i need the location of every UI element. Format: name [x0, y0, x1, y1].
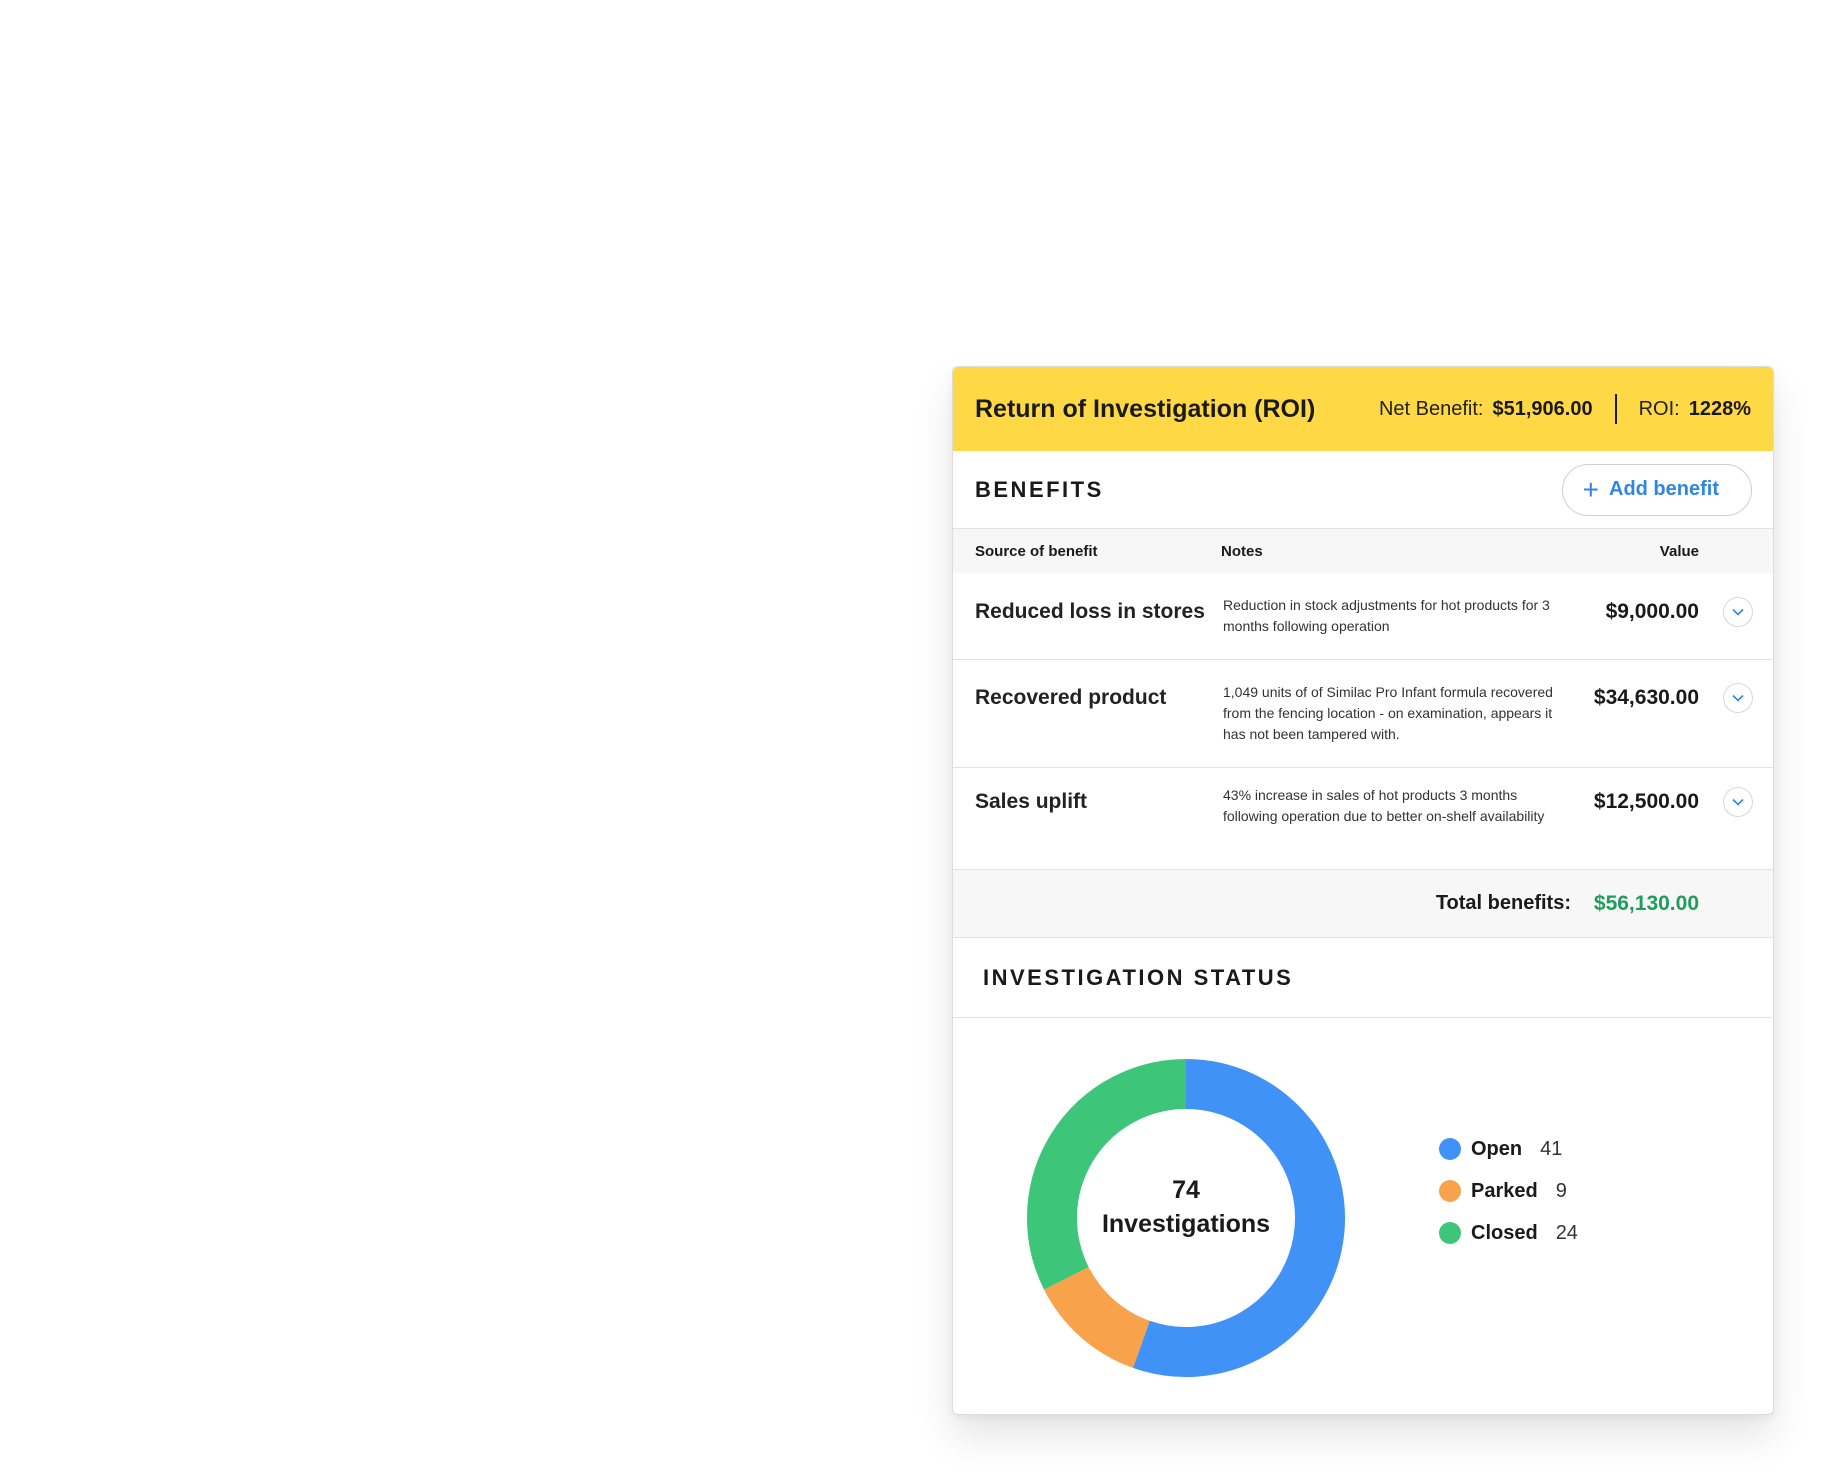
legend-label: Closed: [1471, 1221, 1538, 1244]
roi-title: Return of Investigation (ROI): [975, 394, 1316, 423]
chart-legend: Open 41 Parked 9 Closed 24: [1439, 1128, 1578, 1254]
net-benefit-label: Net Benefit:: [1378, 397, 1484, 420]
legend-dot: [1439, 1180, 1461, 1202]
benefit-notes: Reduction in stock adjustments for hot p…: [1223, 597, 1550, 634]
net-benefit-value: $51,906.00: [1492, 397, 1593, 420]
add-benefit-label: Add benefit: [1609, 478, 1719, 500]
legend-item-closed: Closed 24: [1439, 1212, 1578, 1254]
benefit-value: $9,000.00: [1605, 600, 1699, 623]
investigation-status-header: INVESTIGATION STATUS: [953, 938, 1773, 1018]
benefits-header: BENEFITS + Add benefit: [953, 451, 1773, 529]
chevron-down-icon: [1732, 798, 1744, 806]
benefit-notes: 43% increase in sales of hot products 3 …: [1223, 787, 1545, 824]
donut-slice-parked: [1044, 1266, 1151, 1368]
donut-center-label: 74 Investigations: [1073, 1173, 1299, 1241]
legend-count: 24: [1555, 1221, 1578, 1244]
column-header-notes: Notes: [1221, 542, 1263, 560]
roi-header: Return of Investigation (ROI) Net Benefi…: [953, 367, 1773, 451]
column-header-value: Value: [1659, 542, 1699, 560]
benefit-value: $34,630.00: [1593, 686, 1699, 709]
legend-dot: [1439, 1138, 1461, 1160]
legend-item-open: Open 41: [1439, 1128, 1578, 1170]
legend-count: 41: [1540, 1137, 1563, 1160]
roi-value: 1228%: [1688, 397, 1751, 420]
roi-stats: Net Benefit: $51,906.00 ROI: 1228%: [1379, 394, 1751, 424]
legend-label: Open: [1471, 1137, 1523, 1160]
roi-label: ROI:: [1638, 397, 1680, 420]
legend-label: Parked: [1471, 1179, 1538, 1202]
benefits-title: BENEFITS: [975, 476, 1104, 502]
legend-dot: [1439, 1222, 1461, 1244]
benefit-source: Sales uplift: [975, 790, 1088, 813]
add-benefit-button[interactable]: + Add benefit: [1561, 463, 1752, 516]
investigations-label: Investigations: [1101, 1210, 1271, 1238]
benefits-table-header: Source of benefit Notes Value: [953, 529, 1773, 573]
benefit-source: Reduced loss in stores: [975, 600, 1205, 623]
table-row: Sales uplift 43% increase in sales of ho…: [953, 768, 1773, 870]
benefit-notes: 1,049 units of of Similac Pro Infant for…: [1223, 684, 1553, 742]
chevron-down-icon: [1732, 608, 1744, 616]
legend-item-parked: Parked 9: [1439, 1170, 1578, 1212]
expand-row-button[interactable]: [1723, 683, 1753, 713]
investigation-status-chart: 74 Investigations Open 41 Parked 9 Closed 24: [953, 1018, 1773, 1408]
table-row: Recovered product 1,049 units of of Simi…: [953, 660, 1773, 768]
expand-row-button[interactable]: [1723, 597, 1753, 627]
expand-row-button[interactable]: [1723, 787, 1753, 817]
table-row: Reduced loss in stores Reduction in stoc…: [953, 573, 1773, 660]
investigation-status-title: INVESTIGATION STATUS: [983, 964, 1294, 990]
benefit-value: $12,500.00: [1593, 790, 1699, 813]
column-header-source: Source of benefit: [975, 542, 1098, 560]
benefit-source: Recovered product: [975, 686, 1167, 709]
plus-icon: +: [1582, 473, 1599, 505]
chevron-down-icon: [1732, 694, 1744, 702]
total-benefits-value: $56,130.00: [1593, 892, 1699, 915]
total-benefits-row: Total benefits: $56,130.00: [953, 870, 1773, 938]
roi-card: Return of Investigation (ROI) Net Benefi…: [952, 366, 1774, 1415]
legend-count: 9: [1555, 1179, 1567, 1202]
investigations-count: 74: [1172, 1176, 1200, 1204]
total-benefits-label: Total benefits:: [1435, 892, 1571, 914]
stat-divider: [1614, 394, 1617, 424]
